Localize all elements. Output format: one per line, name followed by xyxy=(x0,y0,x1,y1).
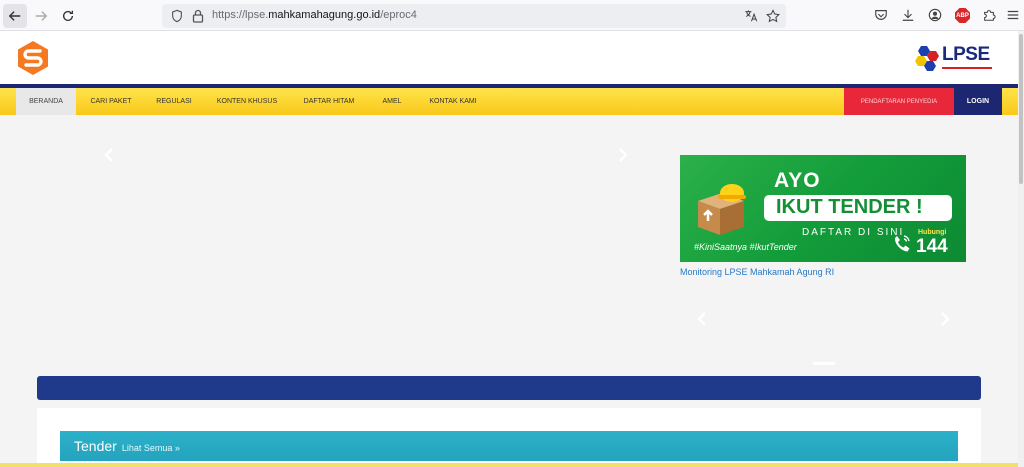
banner-phone-number: 144 xyxy=(916,236,948,257)
menu-item-amel[interactable]: AMEL xyxy=(370,88,414,115)
url-text[interactable]: https://lpse.mahkamahagung.go.id/eproc4 xyxy=(212,9,417,21)
arrow-left-icon xyxy=(8,11,21,21)
address-bar[interactable]: https://lpse.mahkamahagung.go.id/eproc4 xyxy=(162,4,786,28)
reload-button[interactable] xyxy=(56,4,80,28)
back-button[interactable] xyxy=(3,4,27,28)
lpse-logo-underline xyxy=(942,67,992,69)
carousel-next-icon[interactable] xyxy=(617,147,629,163)
tender-see-all-link[interactable]: Lihat Semua » xyxy=(122,443,180,453)
site-header xyxy=(0,31,1018,84)
scrollbar-thumb[interactable] xyxy=(1019,34,1023,184)
lpse-logo[interactable]: LPSE xyxy=(912,42,994,74)
url-prefix: https://lpse. xyxy=(212,9,269,21)
carousel-prev-icon[interactable] xyxy=(103,147,115,163)
box-with-helmet-icon xyxy=(698,184,746,235)
lpse-hexagon-icon xyxy=(915,46,939,71)
announcement-bar xyxy=(37,376,981,400)
menu-item-beranda[interactable]: BERANDA xyxy=(16,88,76,115)
banner-hubungi-text: Hubungi xyxy=(918,229,947,236)
url-path: /eproc4 xyxy=(380,9,417,21)
menu-item-konten-khusus[interactable]: KONTEN KHUSUS xyxy=(206,88,288,115)
menu-item-daftar-hitam[interactable]: DAFTAR HITAM xyxy=(292,88,366,115)
extensions-icon[interactable] xyxy=(982,8,996,22)
menu-item-kontak-kami[interactable]: KONTAK KAMI xyxy=(418,88,488,115)
banner-daftar-text: DAFTAR DI SINI xyxy=(802,227,905,238)
adblock-plus-icon[interactable]: ABP xyxy=(955,8,970,23)
banner-prev-icon[interactable] xyxy=(696,311,708,327)
phone-icon xyxy=(894,235,910,252)
register-provider-button[interactable]: PENDAFTARAN PENYEDIA xyxy=(844,88,954,115)
tender-section-header: Tender Lihat Semua » xyxy=(60,431,958,461)
bottom-accent-line xyxy=(0,463,1018,467)
ikut-tender-banner[interactable]: AYO IKUT TENDER ! DAFTAR DI SINI #KiniSa… xyxy=(680,155,966,262)
lock-icon[interactable] xyxy=(192,9,204,23)
translate-icon[interactable] xyxy=(744,9,758,23)
menu-item-regulasi[interactable]: REGULASI xyxy=(146,88,202,115)
banner-ayo-text: AYO xyxy=(774,169,821,192)
url-domain: mahkamahagung.go.id xyxy=(268,9,381,21)
lpse-logo-text: LPSE xyxy=(942,44,990,65)
carousel-indicator[interactable] xyxy=(813,362,835,365)
banner-hashtag-text: #KiniSaatnya #IkutTender xyxy=(694,242,797,252)
banner-caption-link[interactable]: Monitoring LPSE Mahkamah Agung RI xyxy=(680,267,834,277)
reload-icon xyxy=(62,10,74,21)
tender-title: Tender xyxy=(74,438,117,454)
spse-logo-icon[interactable] xyxy=(15,40,51,76)
account-icon[interactable] xyxy=(928,8,942,22)
menu-item-cari-paket[interactable]: CARI PAKET xyxy=(80,88,142,115)
forward-button[interactable] xyxy=(29,4,53,28)
star-icon[interactable] xyxy=(766,9,780,23)
login-button[interactable]: LOGIN xyxy=(954,88,1002,115)
shield-icon[interactable] xyxy=(170,9,184,23)
banner-next-icon[interactable] xyxy=(939,311,951,327)
banner-ikut-tender-text: IKUT TENDER ! xyxy=(776,196,923,218)
pocket-icon[interactable] xyxy=(874,8,888,22)
download-icon[interactable] xyxy=(901,8,915,22)
hamburger-menu-icon[interactable] xyxy=(1006,8,1020,22)
arrow-right-icon xyxy=(35,11,48,21)
